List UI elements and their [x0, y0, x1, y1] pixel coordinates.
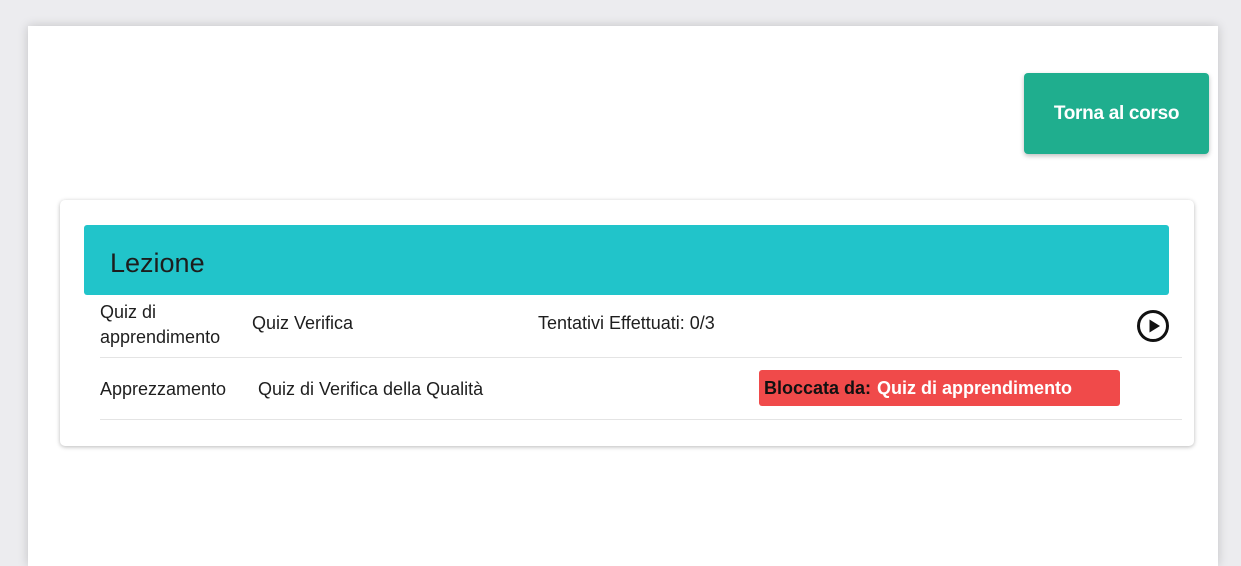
lesson-item-row: Apprezzamento Quiz di Verifica della Qua… — [100, 358, 1182, 420]
play-circle-icon[interactable] — [1136, 309, 1170, 343]
lesson-title: Lezione — [110, 247, 205, 278]
blocked-by-quiz: Quiz di apprendimento — [877, 377, 1073, 398]
lesson-card-header: Lezione — [84, 225, 1169, 295]
lesson-item-row: Quiz di apprendimento Quiz Verifica Tent… — [100, 295, 1182, 358]
back-to-course-button[interactable]: Torna al corso — [1024, 73, 1209, 154]
blocked-badge: Bloccata da: Quiz di apprendimento — [759, 370, 1120, 406]
item-type: Apprezzamento — [100, 379, 227, 399]
item-name: Quiz Verifica — [252, 313, 354, 333]
blocked-label: Bloccata da: — [764, 377, 872, 398]
item-name: Quiz di Verifica della Qualità — [258, 379, 484, 399]
item-type: Quiz di apprendimento — [100, 302, 221, 347]
item-attempts: Tentativi Effettuati: 0/3 — [538, 313, 715, 333]
page-container: Torna al corso Lezione Quiz di apprendim… — [28, 26, 1218, 566]
lesson-card: Lezione Quiz di apprendimento Quiz Verif… — [60, 200, 1194, 446]
